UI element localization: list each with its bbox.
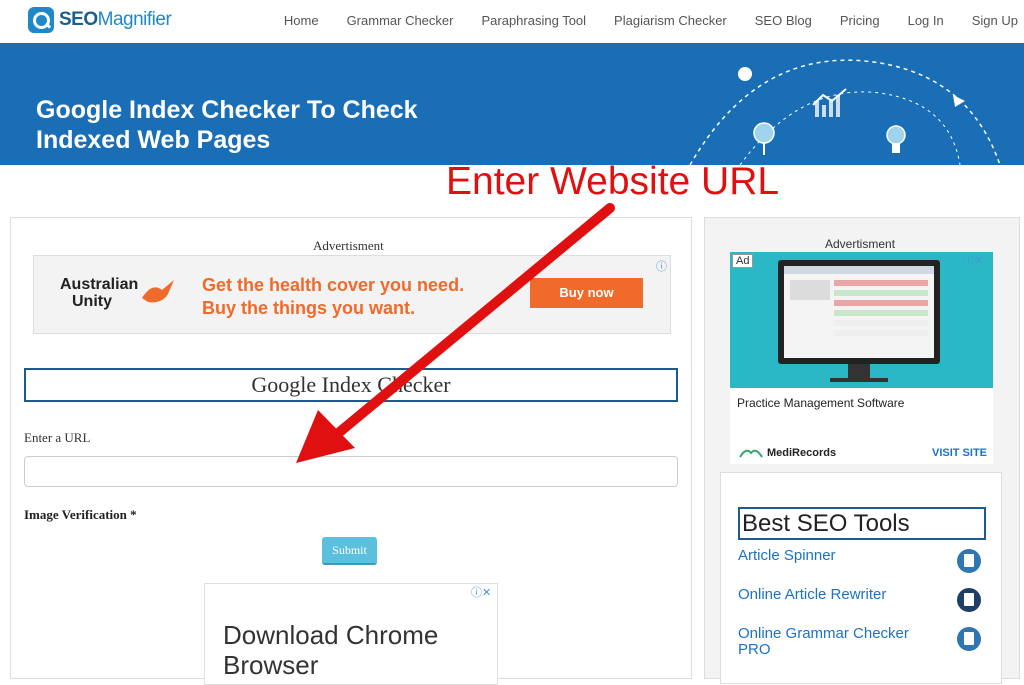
tool-link-article-spinner[interactable]: Article Spinner: [738, 548, 928, 564]
ad-info-icon[interactable]: ⓘ✕: [963, 252, 983, 268]
pin-icon: [753, 122, 775, 155]
play-icon: [953, 95, 965, 107]
hero-banner: Google Index Checker To Check Indexed Web…: [0, 43, 1024, 165]
nav-plagiarism-checker[interactable]: Plagiarism Checker: [614, 13, 727, 28]
sidebar: Advertisment Ad ⓘ✕ Practice Management S…: [704, 217, 1020, 684]
ad-brand-logo: Australian Unity: [60, 276, 139, 310]
site-logo[interactable]: SEOMagnifier: [28, 7, 172, 33]
nav-home[interactable]: Home: [284, 13, 319, 28]
magnifier-logo-icon: [28, 7, 54, 33]
lightbulb-icon: [886, 125, 906, 153]
logo-text: SEOMagnifier: [59, 9, 172, 30]
monitor-icon: [778, 260, 940, 382]
url-label: Enter a URL: [24, 430, 91, 445]
ad-info-icon[interactable]: ⓘ: [656, 258, 667, 274]
tool-link-online-article-rewriter[interactable]: Online Article Rewriter: [738, 587, 928, 603]
tool-title: Google Index Checker: [24, 368, 678, 402]
ad-title[interactable]: Practice Management Software: [737, 396, 904, 410]
hero-illustration: [689, 59, 1001, 165]
banner-ad[interactable]: Australian Unity Get the health cover you…: [33, 255, 671, 334]
bird-logo-icon: [142, 280, 174, 303]
medirecords-logo-icon: [739, 449, 763, 458]
main-nav: Home Grammar Checker Paraphrasing Tool P…: [256, 13, 1018, 28]
ad-brand: MediRecords: [767, 447, 837, 459]
nav-grammar-checker[interactable]: Grammar Checker: [347, 13, 454, 28]
document-icon: [957, 549, 981, 573]
top-navbar: SEOMagnifier Home Grammar Checker Paraph…: [0, 0, 1024, 44]
ad-info-icon[interactable]: ⓘ✕: [471, 584, 491, 600]
checklist-icon: [957, 627, 981, 651]
ad-headline: Get the health cover you need. Buy the th…: [202, 275, 465, 318]
annotation-text: Enter Website URL: [446, 160, 780, 203]
nav-pricing[interactable]: Pricing: [840, 13, 880, 28]
submit-button[interactable]: Submit: [322, 537, 377, 565]
dot-icon: [738, 67, 752, 81]
nav-log-in[interactable]: Log In: [908, 13, 944, 28]
notepad-icon: [957, 588, 981, 612]
chrome-ad-text: Download Chrome Browser: [223, 620, 439, 680]
visit-site-link[interactable]: VISIT SITE: [932, 447, 987, 459]
ad-tag: Ad: [732, 254, 754, 268]
page-title: Google Index Checker To Check Indexed Web…: [36, 96, 418, 154]
main-panel: Advertisment Australian Unity Get the hea…: [10, 217, 692, 685]
image-verification-label: Image Verification *: [24, 507, 137, 522]
nav-seo-blog[interactable]: SEO Blog: [755, 13, 812, 28]
tools-title: Best SEO Tools: [738, 507, 986, 540]
tool-link-online-grammar-checker-pro[interactable]: Online Grammar Checker PRO: [738, 626, 928, 658]
best-seo-tools: Best SEO Tools Article Spinner Online Ar…: [720, 472, 1002, 684]
ad-image: [730, 252, 993, 388]
ad-buy-now-button[interactable]: Buy now: [530, 278, 643, 308]
url-input[interactable]: [24, 456, 678, 487]
nav-paraphrasing-tool[interactable]: Paraphrasing Tool: [481, 13, 586, 28]
sidebar-ad-label: Advertisment: [825, 237, 896, 251]
nav-sign-up[interactable]: Sign Up: [972, 13, 1018, 28]
chrome-ad[interactable]: ⓘ✕ Download Chrome Browser: [204, 583, 498, 685]
chart-growth-icon: [812, 88, 847, 117]
sidebar-ad[interactable]: Ad ⓘ✕ Practice Management Software MediR…: [730, 252, 993, 464]
ad-label: Advertisment: [313, 238, 384, 253]
